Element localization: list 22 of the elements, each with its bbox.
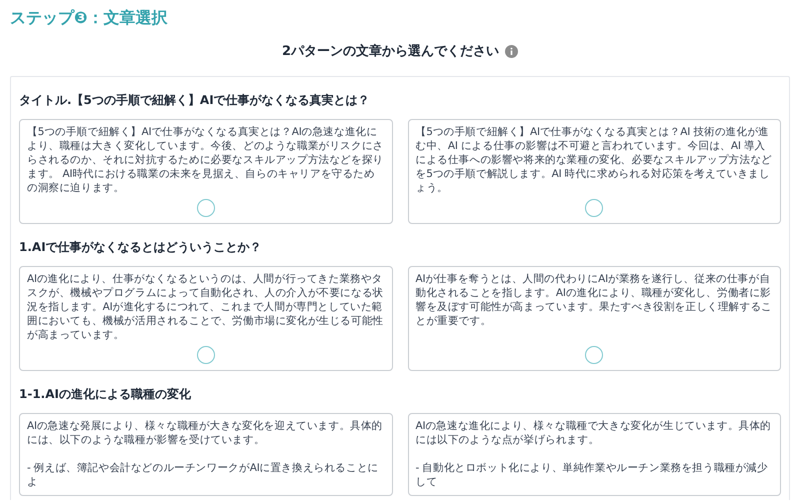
section-heading: 1-1.AIの進化による職種の変化 bbox=[19, 386, 191, 402]
radio-button[interactable] bbox=[196, 198, 215, 216]
option-text: 【5つの手順で紐解く】AIで仕事がなくなる真実とは？AI 技術の進化が進む中、AI による仕事の影響は不可避と言われています。今回は、AI 導入による仕事への影響や将来的な業種の変化、必要なスキルアップ方法などを5つの手順で解説します。AI 時代に求められる対応策を考えていきましょう。 bbox=[416, 124, 773, 194]
radio-button[interactable] bbox=[585, 346, 604, 364]
section-heading: タイトル.【5つの手順で紐解く】AIで仕事がなくなる真実とは？ bbox=[19, 92, 370, 108]
option-card[interactable]: 【5つの手順で紐解く】AIで仕事がなくなる真実とは？AI 技術の進化が進む中、AI による仕事の影響は不可避と言われています。今回は、AI 導入による仕事への影響や将来的な業種の変化、必要なスキルアップ方法などを5つの手順で解説します。AI 時代に求められる対応策を考えていきましょう。 bbox=[408, 118, 781, 224]
option-text: AIの進化により、仕事がなくなるというのは、人間が行ってきた業務やタスクが、機械やプログラムによって自動化され、人の介入が不要になる状況を指します。AIが進化するにつれて、これまで人間が専門としていた範囲においても、機械が活用されることで、労働市場に変化が生じる可能性が高まっています。 bbox=[27, 272, 384, 342]
option-card[interactable]: AIの急速な進化により、様々な職種で大きな変化が生じています。具体的には以下のような点が挙げられます。 - 自動化とロボット化により、単純作業やルーチン業務を担う職種が減少して bbox=[408, 412, 781, 496]
instruction-text: 2パターンの文章から選んでください bbox=[282, 42, 500, 61]
option-card[interactable]: AIの進化により、仕事がなくなるというのは、人間が行ってきた業務やタスクが、機械やプログラムによって自動化され、人の介入が不要になる状況を指します。AIが進化するにつれて、これまで人間が専門としていた範囲においても、機械が活用されることで、労働市場に変化が生じる可能性が高まっています。 bbox=[19, 266, 392, 370]
option-card[interactable]: AIが仕事を奪うとは、人間の代わりにAIが業務を遂行し、従来の仕事が自動化されることを指します。AIの進化により、職種が変化し、労働者に影響を及ぼす可能性が高まっています。果たすべき役割を正しく理解することが重要です。 bbox=[408, 266, 781, 370]
option-text: AIの急速な発展により、様々な職種が大きな変化を迎えています。具体的には、以下のような職種が影響を受けています。 - 例えば、簿記や会計などのルーチンワークがAIに置き換えられることによ bbox=[27, 418, 384, 488]
radio-button[interactable] bbox=[585, 198, 604, 216]
option-card[interactable]: AIの急速な発展により、様々な職種が大きな変化を迎えています。具体的には、以下のような職種が影響を受けています。 - 例えば、簿記や会計などのルーチンワークがAIに置き換えられることによ bbox=[19, 412, 392, 496]
option-card[interactable]: 【5つの手順で紐解く】AIで仕事がなくなる真実とは？AIの急速な進化により、職種は大きく変化しています。今後、どのような職業がリスクにさらされるのか、それに対抗するために必要なスキルアップ方法などを探ります。 AI時代における職業の未来を見据え、自らのキャリアを守るための洞察に迫ります。 bbox=[19, 118, 392, 224]
option-text: AIが仕事を奪うとは、人間の代わりにAIが業務を遂行し、従来の仕事が自動化されることを指します。AIの進化により、職種が変化し、労働者に影響を及ぼす可能性が高まっています。果たすべき役割を正しく理解することが重要です。 bbox=[416, 272, 773, 328]
info-icon[interactable] bbox=[505, 45, 518, 58]
option-text: 【5つの手順で紐解く】AIで仕事がなくなる真実とは？AIの急速な進化により、職種は大きく変化しています。今後、どのような職業がリスクにさらされるのか、それに対抗するために必要なスキルアップ方法などを探ります。 AI時代における職業の未来を見据え、自らのキャリアを守るための洞察に迫ります。 bbox=[27, 124, 384, 194]
option-text: AIの急速な進化により、様々な職種で大きな変化が生じています。具体的には以下のような点が挙げられます。 - 自動化とロボット化により、単純作業やルーチン業務を担う職種が減少して bbox=[416, 418, 772, 488]
step-title: ステップ❸：文章選択 bbox=[10, 7, 168, 29]
section-heading: 1.AIで仕事がなくなるとはどういうことか？ bbox=[19, 238, 262, 256]
radio-button[interactable] bbox=[196, 346, 215, 364]
